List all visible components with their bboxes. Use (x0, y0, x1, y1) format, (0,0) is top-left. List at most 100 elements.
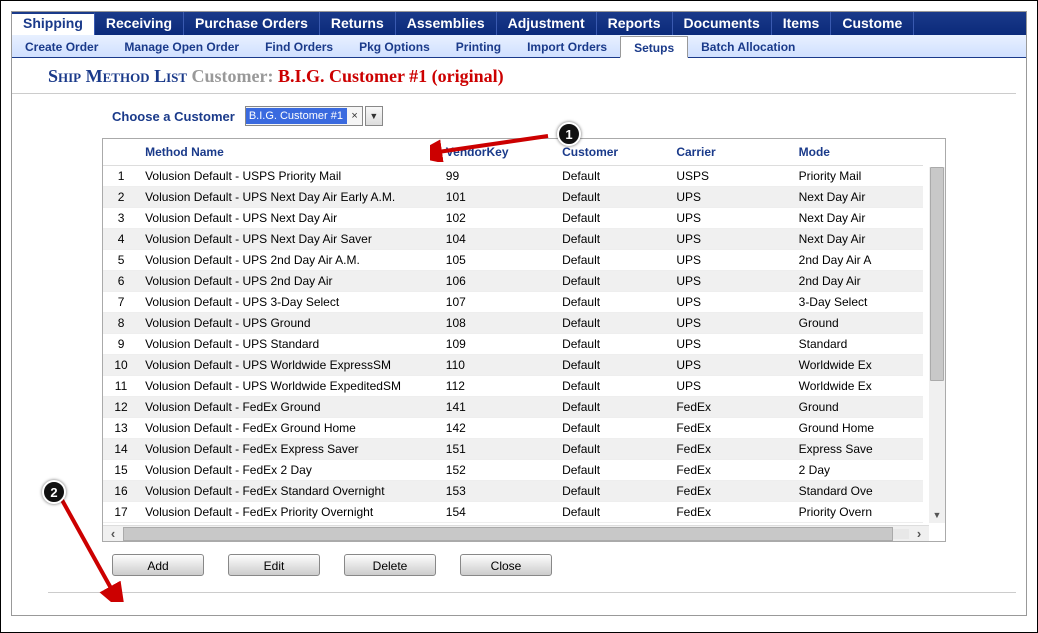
add-button[interactable]: Add (112, 554, 204, 576)
main-tab-purchase-orders[interactable]: Purchase Orders (184, 12, 320, 35)
cell: 102 (440, 208, 556, 229)
cell: 153 (440, 481, 556, 502)
main-tab-returns[interactable]: Returns (320, 12, 396, 35)
cell: Volusion Default - FedEx Standard Overni… (139, 481, 440, 502)
scrollbar-thumb[interactable] (930, 167, 944, 381)
hscroll-thumb[interactable] (123, 527, 893, 541)
cell: UPS (670, 271, 792, 292)
edit-button[interactable]: Edit (228, 554, 320, 576)
col-header-mode[interactable]: Mode (793, 139, 923, 166)
scroll-left-icon[interactable]: ‹ (103, 526, 123, 541)
sub-tab-setups[interactable]: Setups (620, 36, 688, 58)
table-row[interactable]: 12Volusion Default - FedEx Ground141Defa… (103, 397, 923, 418)
cell: 112 (440, 376, 556, 397)
table-row[interactable]: 15Volusion Default - FedEx 2 Day152Defau… (103, 460, 923, 481)
table-row[interactable]: 6Volusion Default - UPS 2nd Day Air106De… (103, 271, 923, 292)
sub-nav: Create OrderManage Open OrderFind Orders… (12, 35, 1026, 58)
cell: 2 Day (793, 460, 923, 481)
col-header-carrier[interactable]: Carrier (670, 139, 792, 166)
cell: 106 (440, 271, 556, 292)
table-row[interactable]: 4Volusion Default - UPS Next Day Air Sav… (103, 229, 923, 250)
chevron-down-icon: ▼ (369, 111, 378, 121)
cell: 12 (103, 397, 139, 418)
main-tab-reports[interactable]: Reports (597, 12, 673, 35)
main-tab-custome[interactable]: Custome (831, 12, 914, 35)
cell: Volusion Default - UPS Ground (139, 313, 440, 334)
callout-2: 2 (42, 480, 66, 504)
cell: 10 (103, 355, 139, 376)
table-row[interactable]: 2Volusion Default - UPS Next Day Air Ear… (103, 187, 923, 208)
customer-input-text: B.I.G. Customer #1 (246, 108, 348, 124)
sub-tab-batch-allocation[interactable]: Batch Allocation (688, 35, 808, 57)
cell: 3 (103, 208, 139, 229)
cell: 16 (103, 481, 139, 502)
table-row[interactable]: 17Volusion Default - FedEx Priority Over… (103, 502, 923, 523)
col-header-vendorkey[interactable]: VendorKey (440, 139, 556, 166)
cell: Default (556, 313, 670, 334)
cell: Default (556, 229, 670, 250)
scroll-right-icon[interactable]: › (909, 526, 929, 541)
customer-dropdown-button[interactable]: ▼ (365, 106, 383, 126)
cell: Ground (793, 397, 923, 418)
sub-tab-find-orders[interactable]: Find Orders (252, 35, 346, 57)
cell: Default (556, 292, 670, 313)
cell: Default (556, 460, 670, 481)
cell: 14 (103, 439, 139, 460)
cell: Default (556, 271, 670, 292)
delete-button[interactable]: Delete (344, 554, 436, 576)
customer-input[interactable]: B.I.G. Customer #1 × (245, 106, 363, 126)
sub-tab-pkg-options[interactable]: Pkg Options (346, 35, 443, 57)
table-row[interactable]: 14Volusion Default - FedEx Express Saver… (103, 439, 923, 460)
cell: Volusion Default - UPS Worldwide Expedit… (139, 376, 440, 397)
cell: 6 (103, 271, 139, 292)
cell: Volusion Default - UPS Next Day Air Save… (139, 229, 440, 250)
cell: Standard Ove (793, 481, 923, 502)
vertical-scrollbar[interactable]: ▼ (929, 167, 945, 523)
footer-divider (48, 592, 1016, 593)
horizontal-scrollbar[interactable]: ‹ › (103, 525, 929, 541)
table-row[interactable]: 9Volusion Default - UPS Standard109Defau… (103, 334, 923, 355)
cell: 9 (103, 334, 139, 355)
cell: UPS (670, 187, 792, 208)
sub-tab-printing[interactable]: Printing (443, 35, 514, 57)
cell: 152 (440, 460, 556, 481)
cell: FedEx (670, 481, 792, 502)
table-row[interactable]: 5Volusion Default - UPS 2nd Day Air A.M.… (103, 250, 923, 271)
cell: Default (556, 502, 670, 523)
cell: 17 (103, 502, 139, 523)
main-tab-adjustment[interactable]: Adjustment (497, 12, 597, 35)
table-row[interactable]: 11Volusion Default - UPS Worldwide Exped… (103, 376, 923, 397)
cell: Default (556, 187, 670, 208)
scroll-down-icon[interactable]: ▼ (929, 507, 945, 523)
table-row[interactable]: 10Volusion Default - UPS Worldwide Expre… (103, 355, 923, 376)
button-row: Add Edit Delete Close (12, 542, 1026, 576)
cell: 5 (103, 250, 139, 271)
clear-customer-icon[interactable]: × (347, 110, 361, 122)
cell: Default (556, 439, 670, 460)
main-tab-shipping[interactable]: Shipping (12, 12, 95, 35)
col-header-method[interactable]: Method Name (139, 139, 440, 166)
table-row[interactable]: 1Volusion Default - USPS Priority Mail99… (103, 166, 923, 187)
filter-row: Choose a Customer B.I.G. Customer #1 × ▼ (12, 102, 1026, 138)
col-header-index[interactable] (103, 139, 139, 166)
cell: 1 (103, 166, 139, 187)
callout-1: 1 (557, 122, 581, 146)
cell: UPS (670, 376, 792, 397)
table-row[interactable]: 8Volusion Default - UPS Ground108Default… (103, 313, 923, 334)
cell: Volusion Default - USPS Priority Mail (139, 166, 440, 187)
table-row[interactable]: 7Volusion Default - UPS 3-Day Select107D… (103, 292, 923, 313)
sub-tab-create-order[interactable]: Create Order (12, 35, 111, 57)
close-button[interactable]: Close (460, 554, 552, 576)
main-tab-assemblies[interactable]: Assemblies (396, 12, 497, 35)
sub-tab-import-orders[interactable]: Import Orders (514, 35, 620, 57)
main-tab-items[interactable]: Items (772, 12, 832, 35)
main-tab-documents[interactable]: Documents (673, 12, 772, 35)
cell: UPS (670, 313, 792, 334)
sub-tab-manage-open-order[interactable]: Manage Open Order (111, 35, 252, 57)
cell: Worldwide Ex (793, 376, 923, 397)
page-title: Ship Method List Customer: B.I.G. Custom… (12, 58, 1016, 94)
table-row[interactable]: 3Volusion Default - UPS Next Day Air102D… (103, 208, 923, 229)
table-row[interactable]: 13Volusion Default - FedEx Ground Home14… (103, 418, 923, 439)
table-row[interactable]: 16Volusion Default - FedEx Standard Over… (103, 481, 923, 502)
main-tab-receiving[interactable]: Receiving (95, 12, 184, 35)
